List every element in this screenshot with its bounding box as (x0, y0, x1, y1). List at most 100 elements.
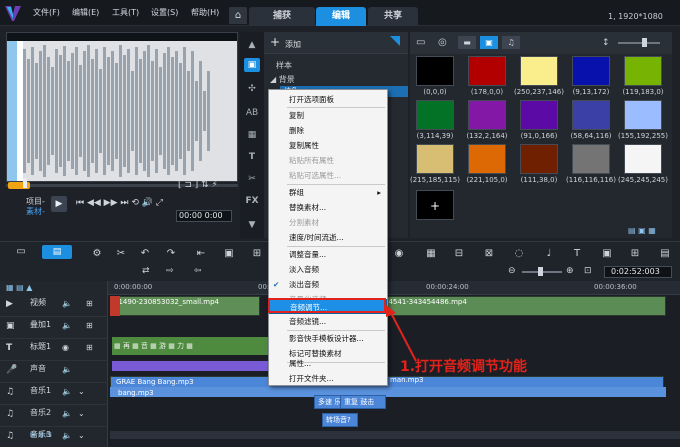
speaker-icon[interactable]: 🔈 (62, 299, 72, 308)
title-clip[interactable] (112, 361, 268, 371)
track-row-video[interactable]: ▶ 视频 🔈 ⊞ (0, 295, 108, 317)
track-row-music1[interactable]: ♫ 音乐1 🔈 ⌄ (0, 383, 108, 405)
redo-icon[interactable]: ↷ (164, 248, 178, 260)
color-swatch[interactable] (416, 56, 454, 86)
tab-capture[interactable]: 捕获 (249, 7, 315, 26)
add-color-button[interactable]: + (416, 190, 454, 220)
undo-icon[interactable]: ↶ (138, 248, 152, 260)
home-icon[interactable]: ⌂ (229, 7, 247, 24)
collapse-down-icon[interactable]: ▼ (244, 218, 260, 232)
speaker-icon[interactable]: 🔈 (62, 321, 72, 330)
trim-bracket-icons[interactable]: [ ⊐ ] ⇅ ⚡ (178, 180, 218, 190)
split-icon[interactable]: ⊟ (452, 248, 466, 260)
zoom-out-icon[interactable]: ⊖ (508, 266, 516, 276)
more-icon[interactable]: ▤ (658, 248, 672, 260)
folder-sample[interactable]: 样本 (276, 60, 292, 71)
add-folder-row[interactable]: + 添加 (264, 32, 408, 54)
instant-project-icon[interactable]: ✣ (244, 82, 260, 96)
small-audio-clip-2[interactable]: 重复 鼓击 (340, 395, 386, 409)
track-row-music2[interactable]: ♫ 音乐2 🔈 ⌄ (0, 405, 108, 427)
menu-item-copy-attributes[interactable]: 复制属性 (269, 138, 387, 153)
speaker-icon[interactable]: 🔈 (62, 387, 72, 396)
speaker-icon[interactable]: 🔈 (62, 431, 72, 440)
clip-label[interactable]: 素材- (26, 206, 45, 217)
text-icon[interactable]: T (244, 150, 260, 164)
folder-open-icon[interactable]: ▭ (416, 37, 425, 48)
video-filter-icon[interactable]: ▬ (458, 36, 476, 49)
color-swatch[interactable] (572, 144, 610, 174)
color-swatch[interactable] (520, 100, 558, 130)
graphic-icon[interactable]: ✂ (244, 172, 260, 186)
color-swatch[interactable] (624, 144, 662, 174)
track-row-overlay[interactable]: ▣ 叠加1 🔈 ⊞ (0, 317, 108, 339)
project-duration[interactable]: 0:02:52:003 (604, 266, 672, 278)
track-row-music3[interactable]: ♫ 音乐3 🔈 ⌄ (0, 427, 108, 447)
speaker-icon[interactable]: 🔈 (62, 365, 72, 374)
render-icon[interactable]: ⊞ (628, 248, 642, 260)
chevron-down-icon[interactable]: ⌄ (78, 431, 85, 440)
menu-item-open-folder[interactable]: 打开文件夹... (269, 371, 387, 386)
menu-edit[interactable]: 编辑(E) (72, 7, 99, 18)
timeline-view-icon[interactable]: ▤ (42, 245, 72, 259)
timeline-ruler[interactable]: 0:00:00:00 00:00:12:00 00:00:24:00 00:00… (108, 281, 680, 295)
track-header-tools[interactable]: ▦ ▤ ▲ (6, 283, 102, 295)
music-icon[interactable]: ♩ (542, 248, 556, 260)
export-icon[interactable]: ⇨ (166, 266, 174, 276)
color-swatch[interactable] (572, 56, 610, 86)
small-audio-clip-3[interactable]: 转场音? (322, 413, 358, 427)
color-swatch[interactable] (520, 144, 558, 174)
mask-icon[interactable]: ◉ (392, 248, 406, 260)
menu-item-delete[interactable]: 删除 (269, 123, 387, 138)
menu-item-properties[interactable]: 属性... (269, 356, 387, 371)
color-swatch[interactable] (468, 56, 506, 86)
motion-icon[interactable]: ◌ (512, 248, 526, 260)
color-swatch[interactable] (572, 100, 610, 130)
eye-icon[interactable]: ◉ (62, 343, 69, 352)
menu-item-adjust-volume[interactable]: 调整音量... (269, 247, 387, 262)
timeline-zoom-thumb[interactable] (538, 267, 543, 276)
color-swatch[interactable] (624, 56, 662, 86)
timeline-scrollbar[interactable] (110, 431, 680, 439)
video-clip-2[interactable]: 24541-343454486.mp4 (380, 296, 666, 316)
subtitle-icon[interactable]: ▦ (424, 248, 438, 260)
color-swatch[interactable] (468, 144, 506, 174)
toolbox-icon[interactable]: ⚙ (90, 248, 104, 260)
scene-icon[interactable]: ⊠ (482, 248, 496, 260)
track-row-title[interactable]: T 标题1 ◉ ⊞ (0, 339, 108, 361)
title-tool-icon[interactable]: T (570, 248, 584, 260)
image-filter-icon[interactable]: ▣ (480, 36, 498, 49)
color-swatch[interactable] (624, 100, 662, 130)
menu-item-open-options[interactable]: 打开选项面板 (269, 92, 387, 107)
music-clip-2[interactable] (110, 387, 666, 397)
menu-item-fade-in[interactable]: 淡入音频 (269, 262, 387, 277)
menu-item-fade-out[interactable]: ✔ 淡出音频 (269, 277, 387, 292)
browse-icons[interactable]: ▤ ▣ ▦ (628, 226, 656, 235)
chevron-down-icon[interactable]: ⌄ (78, 409, 85, 418)
speaker-icon[interactable]: 🔈 (62, 409, 72, 418)
tab-edit[interactable]: 编辑 (316, 7, 366, 26)
menu-item-group[interactable]: 群组 ▸ (269, 185, 387, 200)
grid-icon[interactable]: ⊞ (86, 321, 93, 330)
playhead[interactable] (23, 178, 27, 188)
menu-file[interactable]: 文件(F) (33, 7, 60, 18)
menu-item-speed-time-lapse[interactable]: 速度/时间流逝... (269, 230, 387, 245)
fit-project-icon[interactable]: ⊡ (584, 266, 592, 276)
record-icon[interactable]: ▣ (222, 248, 236, 260)
fx-icon[interactable]: FX (244, 194, 260, 208)
filter-icon[interactable]: ◎ (438, 37, 447, 48)
folder-background[interactable]: ◢ 背景 (270, 74, 295, 85)
fit-icon[interactable]: ⇤ (194, 248, 208, 260)
storyboard-view-icon[interactable]: ▭ (12, 246, 30, 258)
track-row-voice[interactable]: 🎤 声音 🔈 (0, 361, 108, 383)
zoom-slider-thumb[interactable] (642, 38, 647, 47)
cut-icon[interactable]: ✂ (114, 248, 128, 260)
play-icon[interactable]: ▶ (51, 196, 67, 212)
timeline-bottom-tools[interactable]: ⊟ ⊞ ⊡ (30, 431, 52, 439)
color-swatch[interactable] (468, 100, 506, 130)
sort-icon[interactable]: ↕ (602, 38, 610, 48)
menu-help[interactable]: 帮助(H) (191, 7, 219, 18)
menu-settings[interactable]: 设置(S) (151, 7, 178, 18)
menu-item-template-designer[interactable]: 影音快手模板设计器... (269, 331, 387, 346)
track-manager-icon[interactable]: ⊞ (250, 248, 264, 260)
transport-icons[interactable]: ⏮ ◀◀ ▶▶ ⏭ ⟲ 🔊 ⤢ (76, 198, 163, 208)
